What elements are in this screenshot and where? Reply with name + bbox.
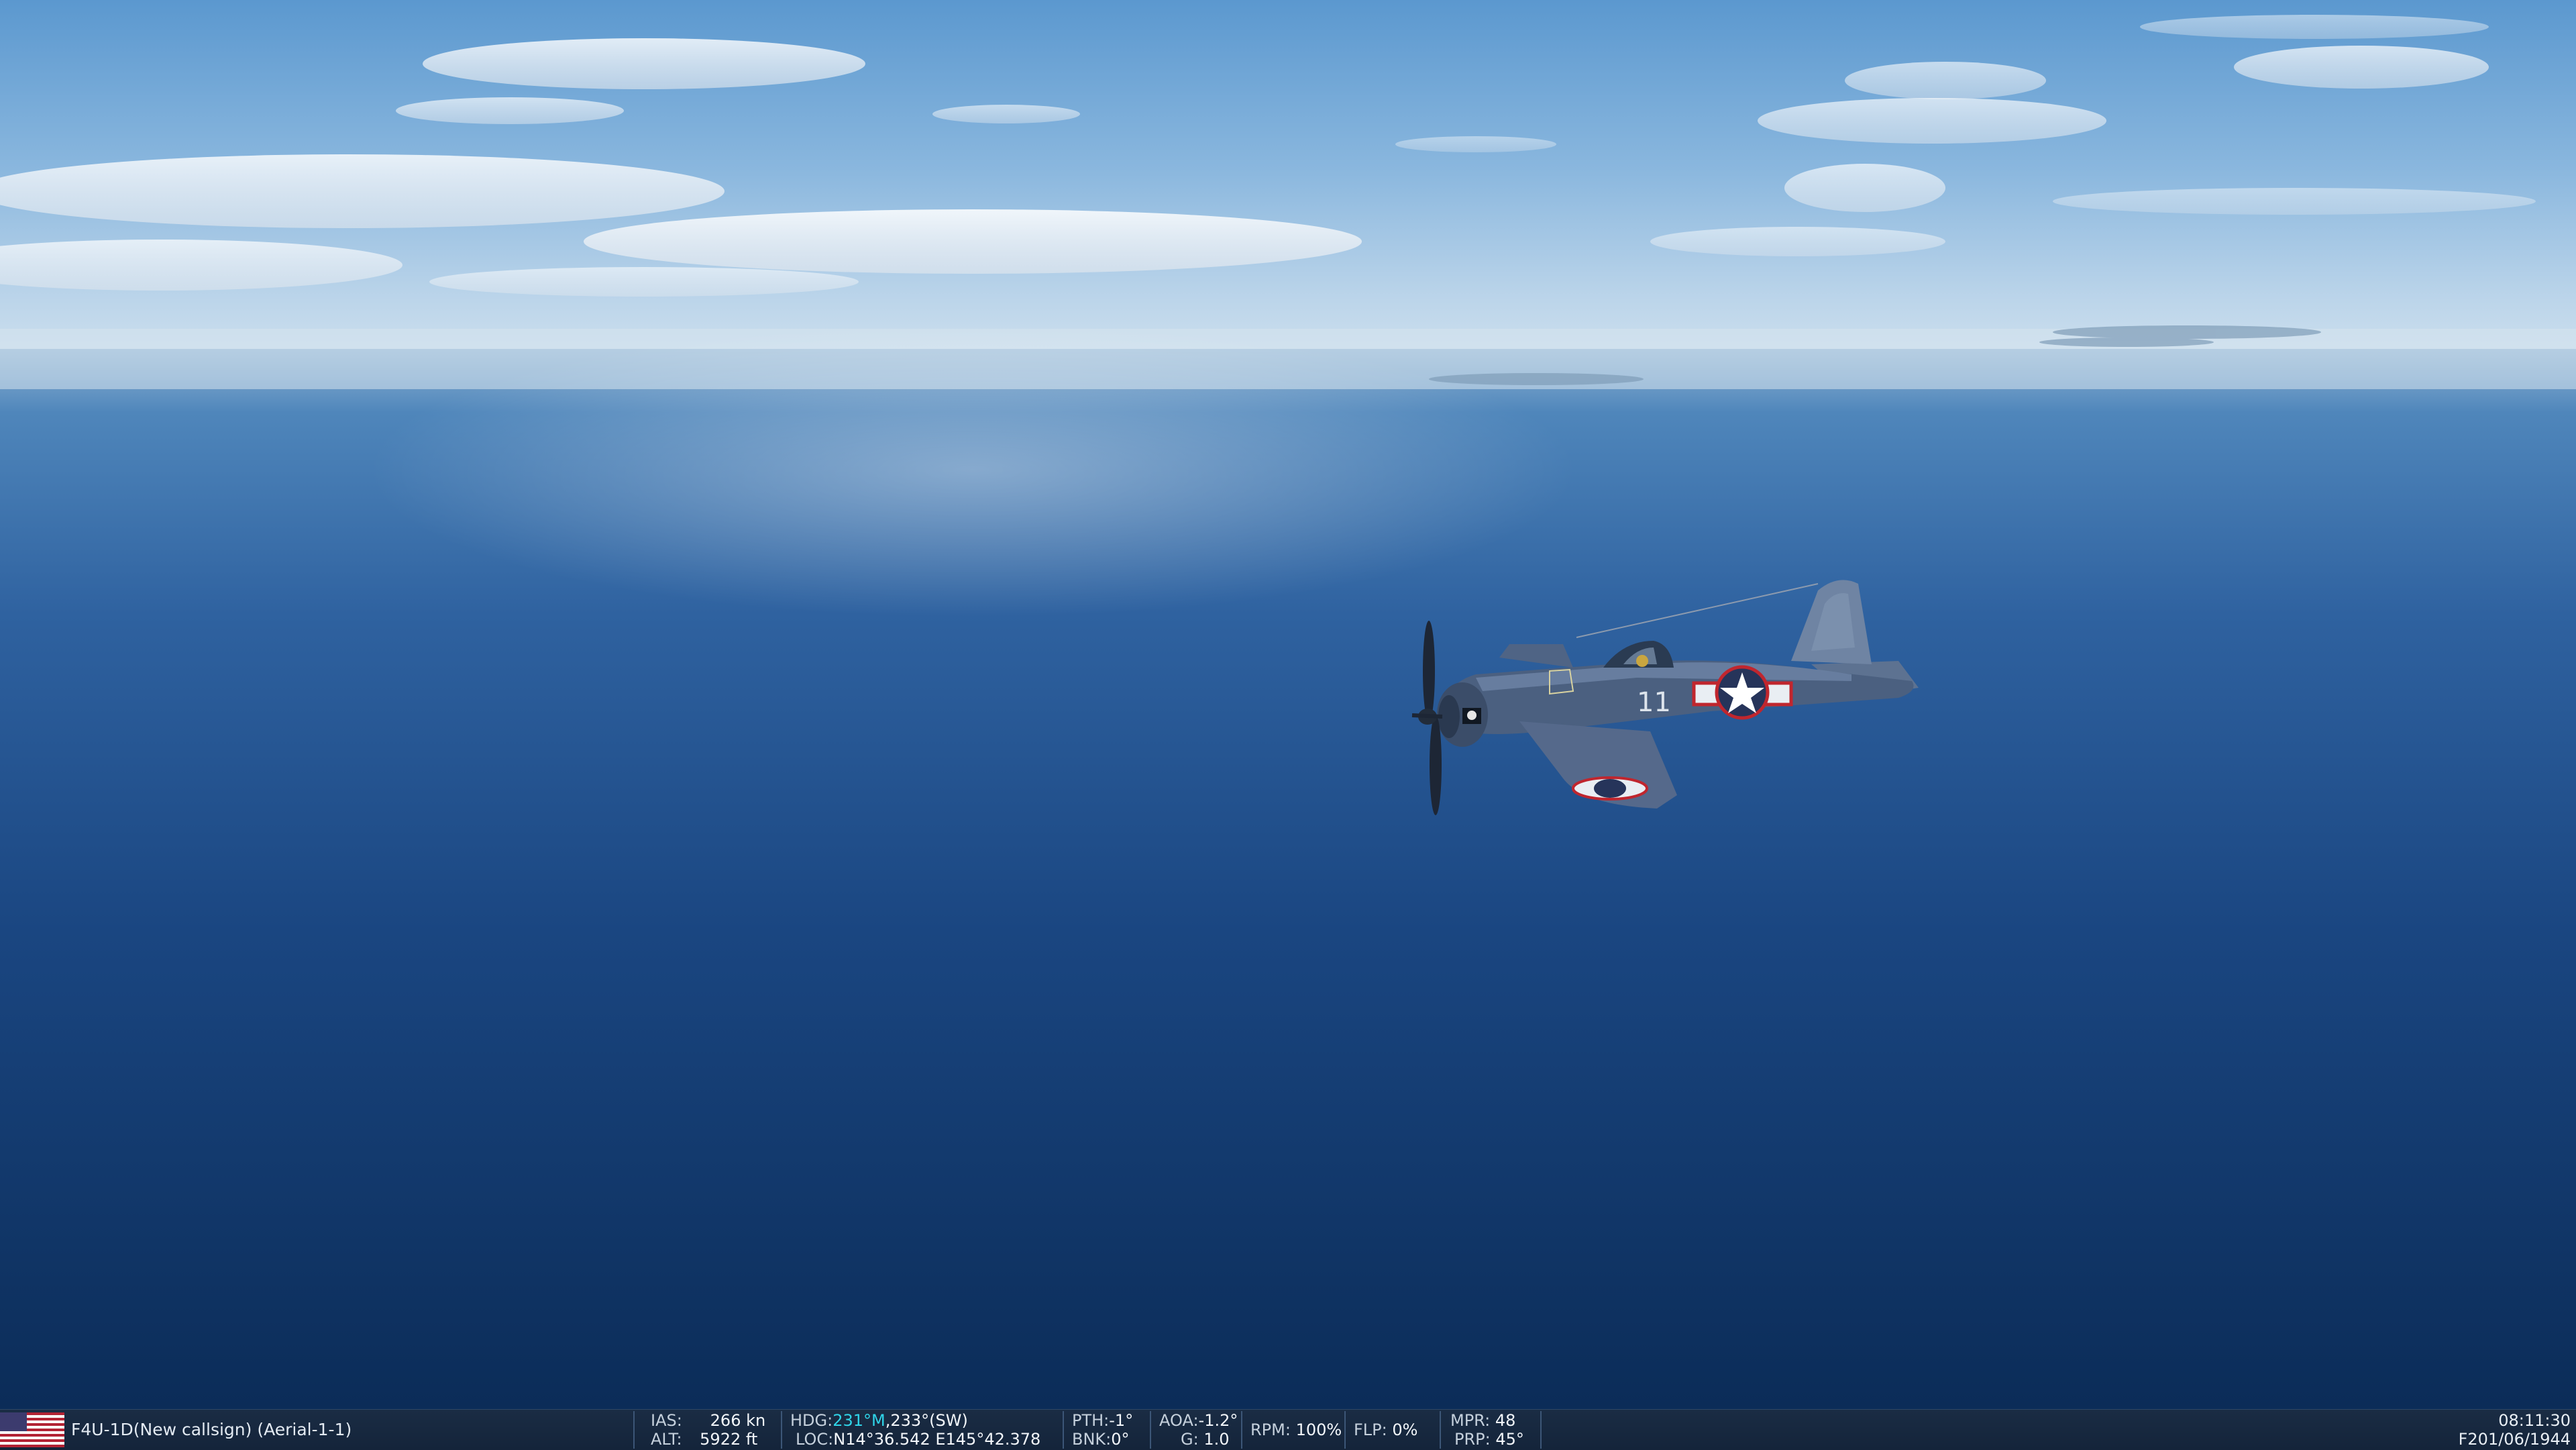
hdg-magnetic: 231°M <box>833 1411 885 1430</box>
alt-label: ALT: <box>651 1430 682 1449</box>
mpr-value: 48 <box>1495 1411 1516 1430</box>
flaps-readout: FLP: 0% <box>1354 1420 1417 1439</box>
loc-value: N14°36.542 E145°42.378 <box>833 1430 1041 1449</box>
rpm-readout: RPM: 100% <box>1250 1420 1342 1439</box>
pitch-readout: PTH:-1° <box>1072 1411 1133 1430</box>
rpm-value: 100% <box>1295 1420 1342 1439</box>
flp-value: 0% <box>1392 1420 1418 1439</box>
location-readout: LOC:N14°36.542 E145°42.378 <box>796 1430 1040 1449</box>
pth-value: -1° <box>1109 1411 1134 1430</box>
aircraft-callsign: F4U-1D(New callsign) (Aerial-1-1) <box>71 1420 352 1439</box>
bnk-value: 0° <box>1111 1430 1130 1449</box>
divider <box>633 1411 635 1449</box>
prp-readout: PRP: 45° <box>1454 1430 1524 1449</box>
aoa-value: -1.2° <box>1198 1411 1238 1430</box>
status-bar: F4U-1D(New callsign) (Aerial-1-1) IAS: 2… <box>0 1409 2576 1450</box>
loc-label: LOC: <box>796 1430 834 1449</box>
alt-unit: ft <box>745 1430 758 1449</box>
bank-readout: BNK:0° <box>1072 1430 1130 1449</box>
aoa-label: AOA: <box>1159 1411 1199 1430</box>
ias-value: 266 <box>710 1411 741 1430</box>
usa-flag-icon <box>0 1412 64 1447</box>
ias-unit: kn <box>746 1411 766 1430</box>
date-readout: F201/06/1944 <box>2458 1430 2571 1449</box>
divider <box>1440 1411 1441 1449</box>
clock: 08:11:30 F201/06/1944 <box>2459 1411 2571 1449</box>
g-label: G: <box>1181 1430 1199 1449</box>
aircraft-side-number: 11 <box>1637 687 1671 718</box>
rpm-label: RPM: <box>1250 1420 1291 1439</box>
divider <box>1150 1411 1151 1449</box>
pth-label: PTH: <box>1072 1411 1110 1430</box>
divider <box>1540 1411 1542 1449</box>
bnk-label: BNK: <box>1072 1430 1112 1449</box>
g-readout: G: 1.0 <box>1181 1430 1230 1449</box>
divider <box>1063 1411 1064 1449</box>
prp-label: PRP: <box>1454 1430 1491 1449</box>
mpr-label: MPR: <box>1450 1411 1491 1430</box>
alt-value: 5922 <box>700 1430 741 1449</box>
ias-readout: IAS: 266 kn <box>651 1411 765 1430</box>
game-viewport: 11 <box>0 0 2576 1409</box>
aoa-readout: AOA:-1.2° <box>1159 1411 1238 1430</box>
mpr-readout: MPR: 48 <box>1450 1411 1515 1430</box>
hdg-true: 233°(SW) <box>890 1411 968 1430</box>
hdg-label: HDG: <box>790 1411 833 1430</box>
prp-value: 45° <box>1495 1430 1524 1449</box>
heading-readout: HDG:231°M,233°(SW) <box>790 1411 968 1430</box>
alt-readout: ALT: 5922 ft <box>651 1430 757 1449</box>
time-readout: 08:11:30 <box>2498 1411 2571 1430</box>
divider <box>1344 1411 1346 1449</box>
ias-label: IAS: <box>651 1411 682 1430</box>
sun-reflection <box>369 322 1576 617</box>
divider <box>1241 1411 1242 1449</box>
flp-label: FLP: <box>1354 1420 1387 1439</box>
g-value: 1.0 <box>1203 1430 1230 1449</box>
divider <box>781 1411 782 1449</box>
